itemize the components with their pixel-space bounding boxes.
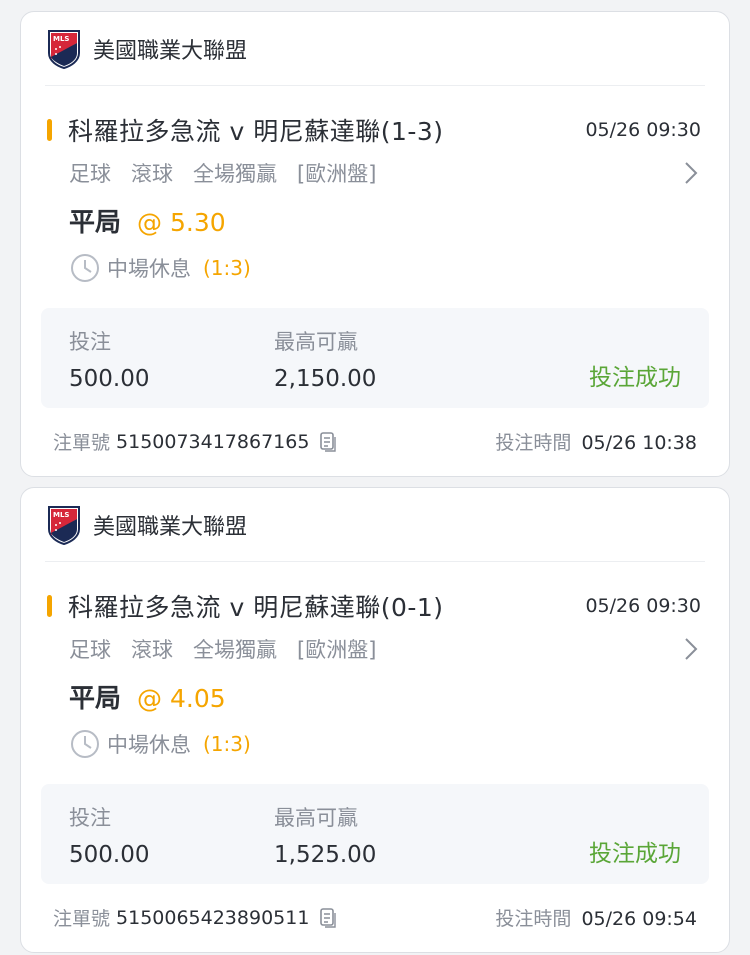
bet-tags: 足球 滾球 全場獨贏 [歐洲盤] xyxy=(69,634,396,664)
bet-status: 投注成功 xyxy=(589,841,681,867)
tag-inplay: 滾球 xyxy=(131,162,173,186)
bet-tags: 足球 滾球 全場獨贏 [歐洲盤] xyxy=(69,158,396,188)
bet-card: MLS 美國職業大聯盟 科羅拉多急流 v 明尼蘇達聯(0-1) 05/26 09… xyxy=(20,487,730,953)
max-win-col: 最高可贏 1,525.00 xyxy=(274,802,376,868)
stake-label: 投注 xyxy=(69,806,111,830)
bet-time-label: 投注時間 xyxy=(495,908,572,930)
bet-details-link[interactable]: 足球 滾球 全場獨贏 [歐洲盤] xyxy=(69,634,699,664)
bet-details-link[interactable]: 足球 滾球 全場獨贏 [歐洲盤] xyxy=(69,158,699,188)
bet-status: 投注成功 xyxy=(589,365,681,391)
league-name: 美國職業大聯盟 xyxy=(93,39,248,64)
tag-odds-format: [歐洲盤] xyxy=(297,638,377,662)
match-status: 中場休息 (1:3) xyxy=(69,252,251,284)
chevron-right-icon[interactable] xyxy=(683,159,699,187)
status-score: (1:3) xyxy=(203,732,251,756)
status-text: 中場休息 xyxy=(107,257,191,281)
match-row[interactable]: 科羅拉多急流 v 明尼蘇達聯(1-3) 05/26 09:30 xyxy=(47,112,701,148)
max-win-col: 最高可贏 2,150.00 xyxy=(274,326,376,392)
bet-card: MLS 美國職業大聯盟 科羅拉多急流 v 明尼蘇達聯(1-3) 05/26 09… xyxy=(20,11,730,477)
max-win-label: 最高可贏 xyxy=(274,330,358,354)
copy-icon[interactable] xyxy=(319,431,337,453)
tag-market: 全場獨贏 xyxy=(193,162,277,186)
tag-inplay: 滾球 xyxy=(131,638,173,662)
max-win-label: 最高可贏 xyxy=(274,806,358,830)
svg-text:MLS: MLS xyxy=(53,35,69,43)
pick-row: 平局 @ 5.30 xyxy=(69,202,226,239)
bet-summary: 投注 500.00 最高可贏 2,150.00 投注成功 xyxy=(41,308,709,408)
mls-logo-icon: MLS xyxy=(48,506,80,545)
match-status: 中場休息 (1:3) xyxy=(69,728,251,760)
card-header: MLS 美國職業大聯盟 xyxy=(21,12,707,86)
order-label: 注單號 xyxy=(53,908,111,930)
bet-summary: 投注 500.00 最高可贏 1,525.00 投注成功 xyxy=(41,784,709,884)
header-divider xyxy=(45,85,705,86)
stake-col: 投注 500.00 xyxy=(69,802,149,868)
bet-time-value: 05/26 10:38 xyxy=(581,432,697,454)
status-score: (1:3) xyxy=(203,256,251,280)
match-time: 05/26 09:30 xyxy=(585,119,701,141)
order-number: 5150073417867165 xyxy=(116,430,310,453)
stake-value: 500.00 xyxy=(69,842,150,868)
match-title: 科羅拉多急流 v 明尼蘇達聯(0-1) xyxy=(68,593,444,622)
pick-row: 平局 @ 4.05 xyxy=(69,678,226,715)
card-footer: 注單號 5150065423890511 投注時間 05/26 09:54 xyxy=(53,904,697,931)
stake-col: 投注 500.00 xyxy=(69,326,149,392)
header-divider xyxy=(45,561,705,562)
copy-icon[interactable] xyxy=(319,907,337,929)
svg-text:MLS: MLS xyxy=(53,511,69,519)
tag-sport: 足球 xyxy=(69,162,111,186)
stake-label: 投注 xyxy=(69,330,111,354)
status-text: 中場休息 xyxy=(107,733,191,757)
tag-sport: 足球 xyxy=(69,638,111,662)
match-row[interactable]: 科羅拉多急流 v 明尼蘇達聯(0-1) 05/26 09:30 xyxy=(47,588,701,624)
accent-bar xyxy=(47,119,52,141)
mls-logo-icon: MLS xyxy=(48,30,80,69)
max-win-value: 2,150.00 xyxy=(274,366,377,392)
bet-time-label: 投注時間 xyxy=(495,432,572,454)
pick-name: 平局 xyxy=(69,208,122,238)
max-win-value: 1,525.00 xyxy=(274,842,377,868)
chevron-right-icon[interactable] xyxy=(683,635,699,663)
tag-market: 全場獨贏 xyxy=(193,638,277,662)
league-name: 美國職業大聯盟 xyxy=(93,515,248,540)
clock-icon xyxy=(71,730,99,758)
bet-time-value: 05/26 09:54 xyxy=(581,908,697,930)
clock-icon xyxy=(71,254,99,282)
tag-odds-format: [歐洲盤] xyxy=(297,162,377,186)
pick-odds: @ 5.30 xyxy=(137,208,226,237)
match-title: 科羅拉多急流 v 明尼蘇達聯(1-3) xyxy=(68,117,444,146)
order-number: 5150065423890511 xyxy=(116,906,310,929)
match-time: 05/26 09:30 xyxy=(585,595,701,617)
pick-odds: @ 4.05 xyxy=(137,684,226,713)
card-footer: 注單號 5150073417867165 投注時間 05/26 10:38 xyxy=(53,428,697,455)
order-label: 注單號 xyxy=(53,432,111,454)
card-header: MLS 美國職業大聯盟 xyxy=(21,488,707,562)
accent-bar xyxy=(47,595,52,617)
stake-value: 500.00 xyxy=(69,366,150,392)
pick-name: 平局 xyxy=(69,684,122,714)
